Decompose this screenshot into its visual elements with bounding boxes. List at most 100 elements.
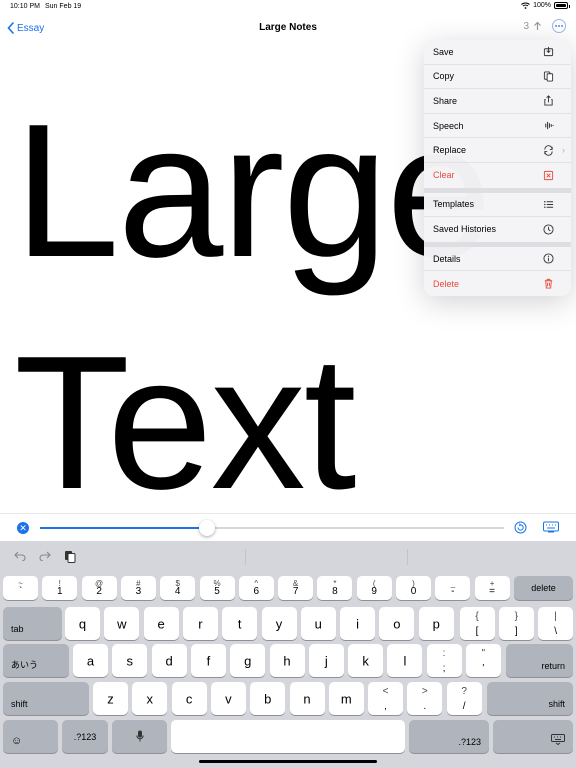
- reset-icon[interactable]: [514, 521, 527, 534]
- menu-item-copy[interactable]: Copy: [424, 65, 571, 90]
- key-e[interactable]: e: [143, 607, 179, 640]
- dictation-key[interactable]: [112, 720, 167, 753]
- key-z[interactable]: z: [93, 682, 128, 715]
- key-symbol-3[interactable]: >.: [407, 682, 443, 715]
- key-l[interactable]: l: [387, 644, 423, 677]
- page-count: 3: [523, 20, 529, 32]
- key-i[interactable]: i: [340, 607, 376, 640]
- key-symbol: 5: [214, 586, 220, 597]
- more-options-button[interactable]: [552, 19, 566, 33]
- key-`[interactable]: ~ `: [3, 576, 38, 600]
- keyboard-dismiss-icon: [551, 734, 565, 747]
- language-key[interactable]: あいう: [3, 644, 69, 677]
- redo-icon[interactable]: [38, 549, 52, 563]
- key--[interactable]: _ -: [435, 576, 471, 600]
- menu-item-saved-histories[interactable]: Saved Histories: [424, 217, 571, 242]
- key-letter: b: [264, 691, 272, 706]
- menu-item-delete[interactable]: Delete: [424, 271, 571, 296]
- key-symbol: ]: [514, 626, 518, 637]
- key-x[interactable]: x: [132, 682, 168, 715]
- shift-right-key[interactable]: shift: [487, 682, 573, 715]
- key-8[interactable]: * 8: [317, 576, 353, 600]
- font-size-bar: ✕: [0, 513, 576, 541]
- key-6[interactable]: ^ 6: [238, 576, 274, 600]
- status-bar: 10:10 PM Sun Feb 19 100%: [0, 0, 576, 14]
- menu-item-share[interactable]: Share: [424, 89, 571, 114]
- key-u[interactable]: u: [300, 607, 336, 640]
- key-b[interactable]: b: [250, 682, 286, 715]
- delete-key[interactable]: delete: [514, 576, 573, 600]
- key-7[interactable]: & 7: [278, 576, 314, 600]
- key-r[interactable]: r: [182, 607, 218, 640]
- slider-thumb[interactable]: [199, 520, 216, 536]
- key-letter: n: [303, 691, 311, 706]
- key-c[interactable]: c: [171, 682, 207, 715]
- key-2[interactable]: @2: [81, 576, 117, 600]
- key-s[interactable]: s: [112, 644, 148, 677]
- undo-icon[interactable]: [13, 549, 27, 563]
- key-9[interactable]: (9: [356, 576, 392, 600]
- key-m[interactable]: m: [328, 682, 364, 715]
- menu-item-templates[interactable]: Templates: [424, 193, 571, 218]
- key-d[interactable]: d: [151, 644, 187, 677]
- key-1[interactable]: ! 1: [42, 576, 78, 600]
- save-icon: [542, 46, 554, 58]
- key-letter: p: [432, 616, 440, 631]
- emoji-key[interactable]: ☺: [3, 720, 58, 753]
- menu-item-details[interactable]: Details: [424, 247, 571, 272]
- menu-item-save[interactable]: Save: [424, 40, 571, 65]
- key-\[interactable]: | \: [538, 607, 574, 640]
- key-w[interactable]: w: [104, 607, 140, 640]
- tab-key[interactable]: tab: [3, 607, 62, 640]
- editor-text[interactable]: Large Text: [14, 75, 492, 512]
- list-icon: [542, 198, 554, 210]
- menu-item-speech[interactable]: Speech: [424, 114, 571, 139]
- key-g[interactable]: g: [230, 644, 266, 677]
- key-letter: h: [283, 653, 291, 668]
- font-size-slider[interactable]: [40, 520, 504, 536]
- return-key[interactable]: return: [506, 644, 573, 677]
- paste-icon[interactable]: [63, 549, 77, 563]
- key-q[interactable]: q: [65, 607, 100, 640]
- key-p[interactable]: p: [418, 607, 454, 640]
- numbers-key-right[interactable]: .?123: [409, 720, 489, 753]
- key-symbol-4[interactable]: ? /: [446, 682, 482, 715]
- menu-item-replace[interactable]: Replace ›: [424, 138, 571, 163]
- space-bar[interactable]: [171, 720, 405, 753]
- key-a[interactable]: a: [73, 644, 108, 677]
- key-letter: i: [356, 616, 360, 631]
- key-k[interactable]: k: [348, 644, 384, 677]
- numbers-key-left[interactable]: .?123: [62, 720, 108, 753]
- key-symbol-1[interactable]: " ': [465, 644, 501, 677]
- status-time: 10:10 PM: [10, 3, 40, 10]
- copy-icon: [542, 70, 554, 82]
- toolbar-divider: [407, 549, 408, 565]
- menu-item-clear[interactable]: Clear: [424, 163, 571, 188]
- key-h[interactable]: h: [269, 644, 305, 677]
- key-y[interactable]: y: [261, 607, 297, 640]
- key-v[interactable]: v: [210, 682, 246, 715]
- key-0[interactable]: ) 0: [396, 576, 431, 600]
- dismiss-keyboard-key[interactable]: [493, 720, 573, 753]
- numbers-key-label: .?123: [458, 737, 481, 747]
- key-symbol-0[interactable]: :;: [426, 644, 462, 677]
- key-5[interactable]: % 5: [199, 576, 235, 600]
- key-j[interactable]: j: [308, 644, 344, 677]
- arrow-up-icon[interactable]: [533, 21, 542, 31]
- key-letter: o: [393, 616, 401, 631]
- key-n[interactable]: n: [289, 682, 325, 715]
- close-circle-icon[interactable]: ✕: [17, 522, 29, 534]
- key-t[interactable]: t: [222, 607, 258, 640]
- key-symbol-2[interactable]: <,: [368, 682, 403, 715]
- key-[[interactable]: {[: [459, 607, 495, 640]
- key-o[interactable]: o: [379, 607, 415, 640]
- key-3[interactable]: #3: [120, 576, 156, 600]
- key-=[interactable]: + =: [474, 576, 510, 600]
- key-4[interactable]: $4: [160, 576, 196, 600]
- key-f[interactable]: f: [190, 644, 226, 677]
- shift-key-label: shift: [548, 699, 565, 709]
- keyboard-hide-icon[interactable]: [543, 521, 559, 534]
- key-symbol: 4: [174, 586, 181, 597]
- shift-left-key[interactable]: shift: [3, 682, 89, 715]
- key-][interactable]: }]: [498, 607, 534, 640]
